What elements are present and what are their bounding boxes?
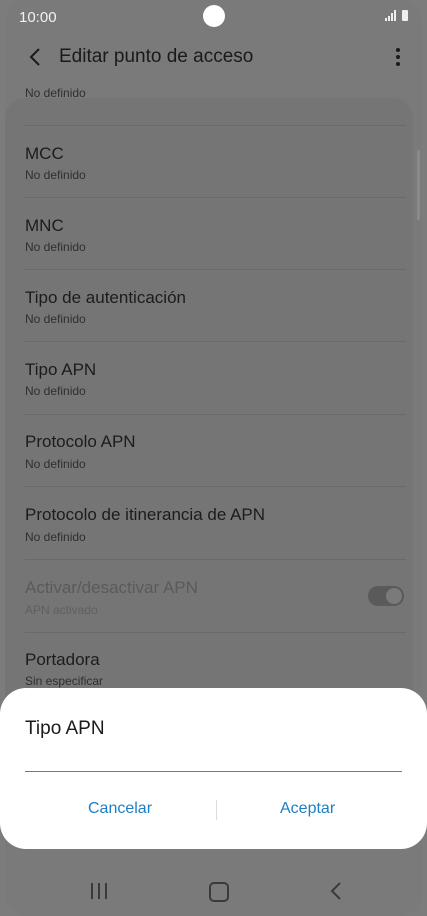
accept-button[interactable]: Aceptar [280,800,335,818]
cancel-button[interactable]: Cancelar [88,800,152,818]
dialog-title: Tipo APN [25,718,105,739]
list-item[interactable]: No definido [25,86,406,126]
status-icons [385,10,408,21]
apn-type-dialog: Tipo APN Cancelar Aceptar [0,688,427,849]
navigation-bar [5,862,422,916]
list-item-value: No definido [25,168,86,182]
list-item-mcc[interactable]: MCC No definido [25,125,406,198]
list-item-label: Activar/desactivar APN [25,578,198,597]
settings-list: No definido MCC No definido MNC No defin… [5,86,413,698]
list-item-roaming-protocol[interactable]: Protocolo de itinerancia de APN No defin… [25,487,406,560]
list-item-auth-type[interactable]: Tipo de autenticación No definido [25,270,406,342]
list-item-label: Protocolo APN [25,432,136,451]
back-arrow-icon[interactable] [25,46,47,68]
list-item-apn-type[interactable]: Tipo APN No definido [25,342,406,415]
list-item-apn-protocol[interactable]: Protocolo APN No definido [25,415,406,487]
list-item-value: Sin especificar [25,674,104,688]
list-item-value: No definido [25,240,86,254]
list-item-value: No definido [25,457,86,471]
battery-icon [402,10,408,21]
page-title: Editar punto de acceso [59,46,254,67]
list-item-mnc[interactable]: MNC No definido [25,198,406,270]
list-item-label: MCC [25,144,64,163]
scrollbar[interactable] [417,150,420,220]
home-icon[interactable] [209,882,229,902]
app-bar: Editar punto de acceso [5,36,422,78]
recents-icon[interactable] [91,883,107,899]
list-item-value: No definido [25,312,86,326]
list-item-label: Tipo de autenticación [25,288,186,307]
button-divider [216,800,217,820]
front-camera [203,5,225,27]
list-item-apn-toggle: Activar/desactivar APN APN activado [25,560,406,633]
list-item-label: Tipo APN [25,360,97,379]
list-item-value: No definido [25,530,86,544]
list-item-value: No definido [25,384,86,398]
signal-icon [385,10,396,21]
list-item-value: No definido [25,86,86,100]
list-item-value: APN activado [25,603,98,617]
more-options-icon[interactable] [396,48,400,66]
list-item-label: MNC [25,216,64,235]
status-time: 10:00 [19,9,57,26]
apn-type-input[interactable] [25,746,402,772]
apn-enable-toggle [368,586,404,606]
phone-frame: 10:00 Editar punto de acceso No definido… [0,0,427,916]
back-icon[interactable] [327,880,347,902]
status-bar: 10:00 [5,0,422,34]
list-item-label: Protocolo de itinerancia de APN [25,505,266,524]
list-item-label: Portadora [25,650,100,669]
